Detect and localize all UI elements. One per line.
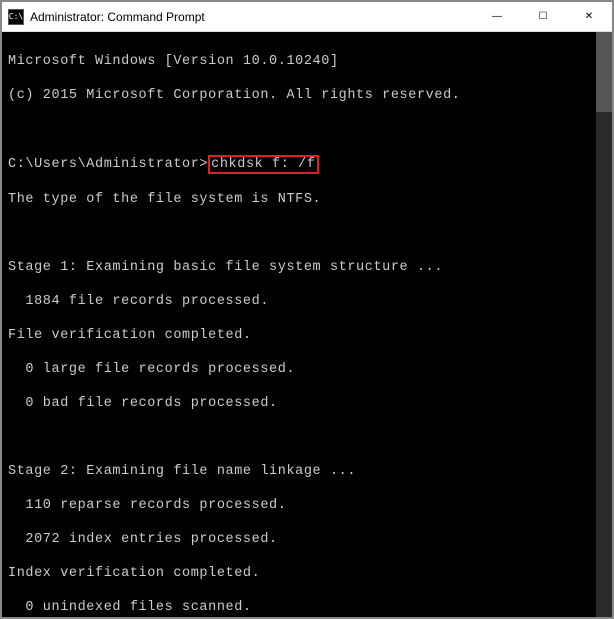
command-prompt-window: C:\ Administrator: Command Prompt — ☐ ✕ … xyxy=(2,2,612,617)
titlebar[interactable]: C:\ Administrator: Command Prompt — ☐ ✕ xyxy=(2,2,612,32)
stage1-verif: File verification completed. xyxy=(8,327,606,344)
title-left: C:\ Administrator: Command Prompt xyxy=(2,9,474,25)
blank xyxy=(8,121,606,138)
minimize-button[interactable]: — xyxy=(474,2,520,31)
command-highlight: chkdsk f: /f xyxy=(208,155,318,174)
stage1-title: Stage 1: Examining basic file system str… xyxy=(8,259,606,276)
prompt-text: C:\Users\Administrator> xyxy=(8,157,208,172)
stage2-unindex-scanned: 0 unindexed files scanned. xyxy=(8,599,606,616)
stage1-bad: 0 bad file records processed. xyxy=(8,395,606,412)
cmd-icon: C:\ xyxy=(8,9,24,25)
window-title: Administrator: Command Prompt xyxy=(30,10,205,24)
prompt-line: C:\Users\Administrator>chkdsk f: /f xyxy=(8,155,606,174)
stage1-large: 0 large file records processed. xyxy=(8,361,606,378)
terminal-output[interactable]: Microsoft Windows [Version 10.0.10240] (… xyxy=(2,32,612,617)
stage2-title: Stage 2: Examining file name linkage ... xyxy=(8,463,606,480)
copyright-line: (c) 2015 Microsoft Corporation. All righ… xyxy=(8,87,606,104)
vertical-scrollbar[interactable] xyxy=(596,32,612,617)
stage2-reparse: 110 reparse records processed. xyxy=(8,497,606,514)
stage2-index: 2072 index entries processed. xyxy=(8,531,606,548)
stage2-verif: Index verification completed. xyxy=(8,565,606,582)
blank xyxy=(8,225,606,242)
blank xyxy=(8,429,606,446)
scrollbar-thumb[interactable] xyxy=(596,32,612,112)
fs-type-line: The type of the file system is NTFS. xyxy=(8,191,606,208)
close-button[interactable]: ✕ xyxy=(566,2,612,31)
stage1-records: 1884 file records processed. xyxy=(8,293,606,310)
window-controls: — ☐ ✕ xyxy=(474,2,612,31)
maximize-button[interactable]: ☐ xyxy=(520,2,566,31)
version-line: Microsoft Windows [Version 10.0.10240] xyxy=(8,53,606,70)
